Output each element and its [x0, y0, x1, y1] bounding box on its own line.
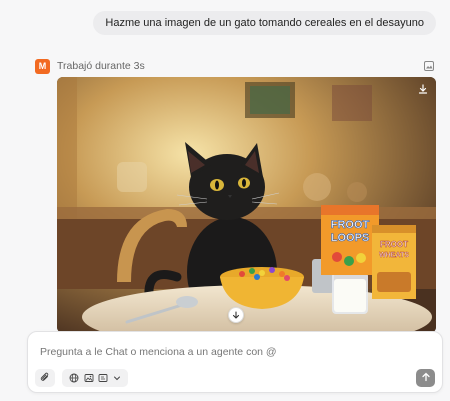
send-button[interactable] [416, 369, 435, 387]
cereal-box-1-line1: FROOT [331, 219, 370, 231]
assistant-logo: M [35, 58, 50, 74]
globe-icon[interactable] [69, 373, 79, 383]
cereal-box-2-line1: FROOT [380, 240, 408, 249]
chevron-down-icon[interactable] [113, 374, 121, 382]
arrow-down-icon [232, 306, 240, 324]
message-composer [27, 331, 443, 393]
canvas-icon[interactable] [98, 373, 108, 383]
download-image-button[interactable] [416, 83, 430, 97]
image-icon[interactable] [84, 373, 94, 383]
message-input[interactable] [40, 346, 430, 358]
cereal-box-2-line2: WHEATS [379, 252, 409, 259]
tools-selector[interactable] [62, 369, 128, 387]
generated-image[interactable]: FROOT LOOPS FROOT WHEATS [57, 77, 436, 333]
user-message: Hazme una imagen de un gato tomando cere… [93, 11, 436, 35]
download-icon [418, 81, 428, 99]
paperclip-icon [40, 369, 50, 387]
cereal-box-labels: FROOT LOOPS FROOT WHEATS [330, 219, 409, 260]
attach-file-button[interactable] [35, 369, 55, 387]
image-toggle-icon[interactable] [424, 61, 434, 71]
arrow-up-icon [421, 369, 431, 387]
work-duration-status: Trabajó durante 3s [57, 60, 145, 72]
scroll-to-bottom-button[interactable] [228, 307, 244, 323]
assistant-header: M Trabajó durante 3s [35, 58, 434, 74]
cereal-box-1-line2: LOOPS [331, 232, 370, 244]
